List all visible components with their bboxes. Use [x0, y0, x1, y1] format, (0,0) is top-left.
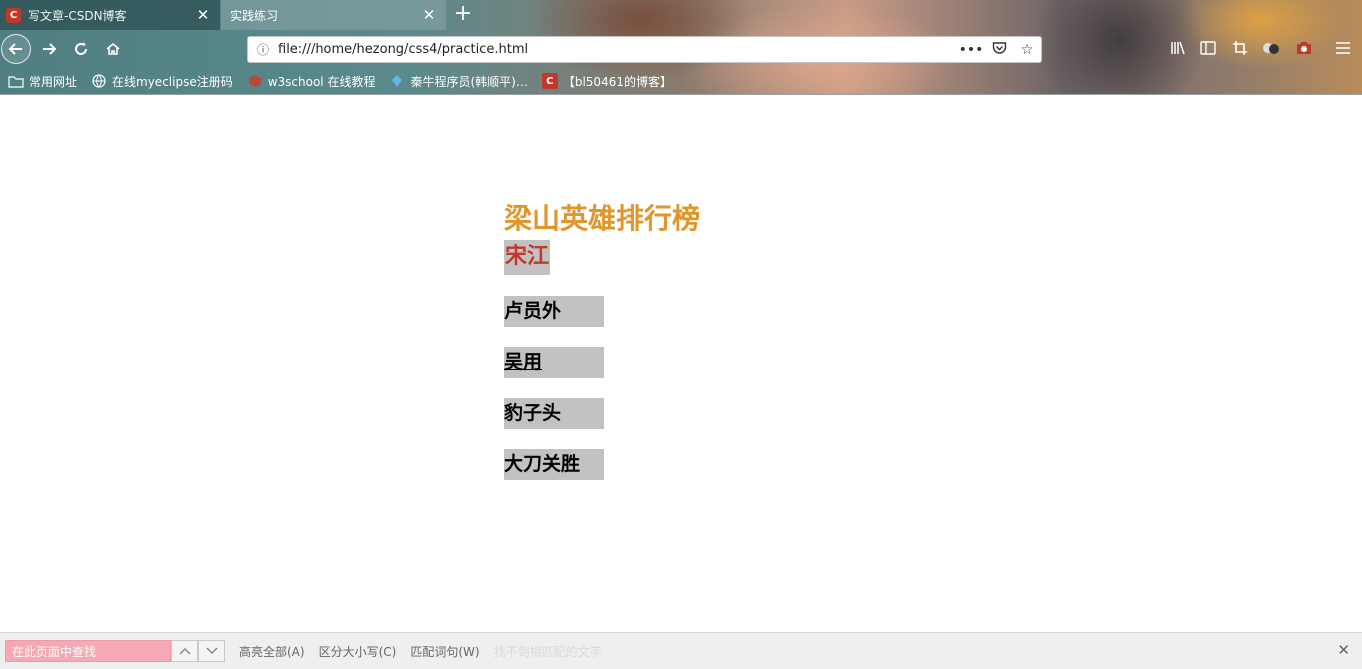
tab-title: 写文章-CSDN博客: [28, 8, 127, 23]
bookmark-item[interactable]: 在线myeclipse注册码: [91, 73, 233, 90]
reload-button[interactable]: [66, 34, 96, 64]
bookmark-label: w3school 在线教程: [267, 74, 376, 89]
tab-close-icon[interactable]: ✕: [418, 6, 440, 24]
bookmark-label: 秦牛程序员(韩顺平)…: [410, 74, 528, 89]
page-title: 梁山英雄排行榜: [504, 202, 701, 235]
navigation-toolbar: ⓘ file:///home/hezong/css4/practice.html…: [0, 30, 1362, 68]
hero-item-link[interactable]: 吴用: [504, 347, 604, 378]
chevron-up-icon: [178, 647, 191, 655]
camera-icon[interactable]: [1290, 34, 1318, 62]
hero-name: 卢员外: [504, 300, 562, 322]
tab-practice[interactable]: 实践练习 ✕: [221, 0, 446, 30]
back-arrow-icon: [8, 43, 22, 55]
reload-icon: [75, 42, 87, 55]
diamond-icon: [389, 74, 405, 88]
tab-bar: C 写文章-CSDN博客 ✕ 实践练习 ✕ +: [0, 0, 1362, 30]
address-bar[interactable]: ⓘ file:///home/hezong/css4/practice.html…: [247, 36, 1042, 63]
bookmark-item[interactable]: w3school 在线教程: [247, 73, 376, 90]
page-actions-icon[interactable]: •••: [957, 42, 985, 58]
w3school-icon: [247, 74, 263, 88]
hero-name[interactable]: 吴用: [504, 351, 542, 373]
screenshot-crop-icon[interactable]: [1226, 34, 1254, 62]
csdn-icon: C: [541, 73, 558, 89]
sidebar-icon[interactable]: [1194, 34, 1222, 62]
bookmark-label: 常用网址: [29, 74, 78, 89]
url-text[interactable]: file:///home/hezong/css4/practice.html: [278, 42, 957, 57]
pocket-icon[interactable]: [985, 41, 1013, 59]
bookmarks-toolbar: 常用网址 在线myeclipse注册码 w3school 在线教程 秦牛程序员(…: [0, 68, 1362, 94]
hero-item: 卢员外: [504, 296, 604, 327]
forward-button[interactable]: [34, 34, 64, 64]
folder-icon: [8, 74, 24, 88]
bookmark-label: 在线myeclipse注册码: [112, 74, 233, 89]
back-button[interactable]: [1, 34, 31, 64]
forward-arrow-icon: [43, 43, 57, 55]
find-input[interactable]: 在此页面中查找: [5, 640, 171, 662]
bookmark-label: 【bl50461的博客】: [562, 74, 672, 89]
globe-icon: [91, 74, 107, 88]
browser-chrome: C 写文章-CSDN博客 ✕ 实践练习 ✕ + ⓘ file:///home/h…: [0, 0, 1362, 95]
chevron-down-icon: [205, 647, 218, 655]
extension-balls-icon[interactable]: [1257, 34, 1285, 62]
hero-item: 豹子头: [504, 398, 604, 429]
match-case-option[interactable]: 区分大小写(C): [319, 643, 397, 660]
home-icon: [106, 42, 120, 55]
menu-hamburger-icon[interactable]: [1329, 34, 1357, 62]
bookmark-item[interactable]: 秦牛程序员(韩顺平)…: [389, 73, 528, 90]
home-button[interactable]: [98, 34, 128, 64]
bookmark-item[interactable]: 常用网址: [8, 73, 77, 90]
hero-name: 豹子头: [504, 402, 562, 424]
find-status-text: 找不到相匹配的文字: [493, 644, 602, 659]
info-icon[interactable]: ⓘ: [248, 41, 278, 58]
page-content: 梁山英雄排行榜 宋江 卢员外 吴用 豹子头 大刀关胜: [504, 200, 700, 480]
hero-first-item: 宋江: [504, 240, 551, 275]
find-next-button[interactable]: [198, 640, 225, 662]
highlight-all-option[interactable]: 高亮全部(A): [239, 643, 305, 660]
bookmark-item[interactable]: C 【bl50461的博客】: [541, 73, 672, 90]
find-bar: 在此页面中查找 高亮全部(A) 区分大小写(C) 匹配词句(W) 找不到相匹配的…: [0, 632, 1362, 669]
tab-csdn[interactable]: C 写文章-CSDN博客 ✕: [0, 0, 220, 30]
hero-item: 大刀关胜: [504, 449, 604, 480]
find-previous-button[interactable]: [171, 640, 198, 662]
tab-close-icon[interactable]: ✕: [192, 6, 214, 24]
tab-title: 实践练习: [230, 8, 279, 23]
csdn-favicon-icon: C: [6, 7, 21, 23]
library-icon[interactable]: [1164, 34, 1192, 62]
new-tab-button[interactable]: +: [451, 2, 475, 28]
hero-name: 大刀关胜: [504, 453, 581, 475]
find-close-icon[interactable]: ✕: [1337, 641, 1350, 659]
bookmark-star-icon[interactable]: ☆: [1013, 42, 1041, 58]
whole-words-option[interactable]: 匹配词句(W): [410, 643, 479, 660]
